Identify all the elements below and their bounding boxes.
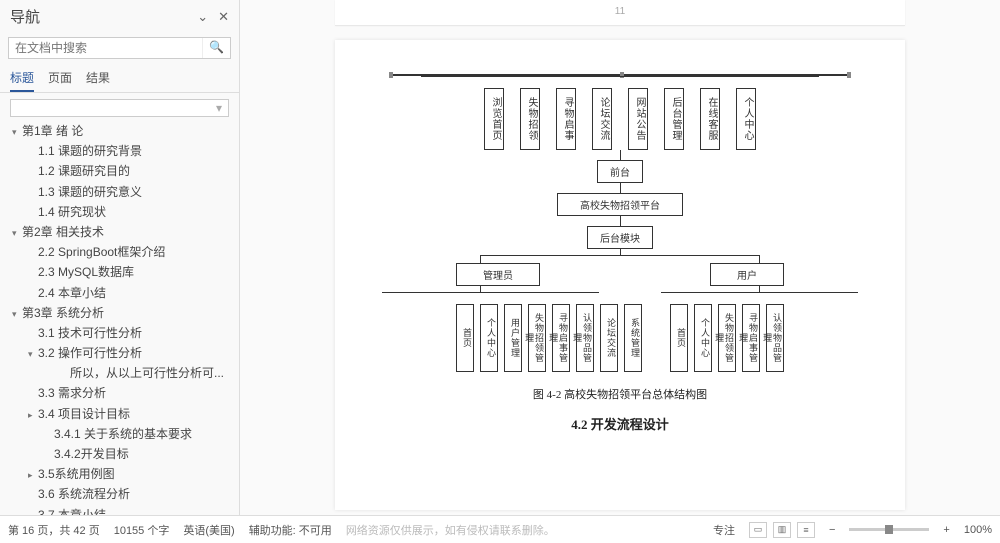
prev-page-tail: 11	[335, 0, 905, 26]
nav-title: 导航	[10, 6, 40, 27]
diagram-node: 网站公告	[628, 88, 648, 150]
diagram-node: 失物招领管理	[718, 304, 736, 372]
diagram-node: 系统管理	[624, 304, 642, 372]
front-label: 前台	[597, 160, 643, 183]
nav-tree-item[interactable]: ▸3.4 项目设计目标	[0, 404, 239, 424]
admin-label: 管理员	[456, 263, 540, 286]
nav-tree-item[interactable]: 所以，从以上可行性分析可...	[0, 363, 239, 383]
focus-mode[interactable]: 专注	[713, 522, 735, 538]
nav-tree-item[interactable]: 3.3 需求分析	[0, 383, 239, 403]
view-web-icon[interactable]: ≡	[797, 522, 815, 538]
diagram-node: 个人中心	[480, 304, 498, 372]
zoom-in[interactable]: +	[943, 524, 949, 536]
diagram-node: 首页	[456, 304, 474, 372]
org-chart-diagram: 浏览首页失物招领寻物启事论坛交流网站公告后台管理在线客服个人中心 前台 高校失物…	[361, 74, 879, 372]
status-accessibility[interactable]: 辅助功能: 不可用	[249, 522, 332, 538]
zoom-out[interactable]: −	[829, 524, 835, 536]
section-heading: 4.2 开发流程设计	[361, 414, 879, 433]
nav-tree-item[interactable]: ▾第3章 系统分析	[0, 303, 239, 323]
diagram-node: 寻物启事	[556, 88, 576, 150]
diagram-node: 论坛交流	[592, 88, 612, 150]
nav-tree-item[interactable]: 3.6 系统流程分析	[0, 484, 239, 504]
close-icon[interactable]: ✕	[218, 9, 229, 25]
nav-tree-item[interactable]: 1.2 课题研究目的	[0, 161, 239, 181]
zoom-slider[interactable]	[849, 528, 929, 531]
back-module-label: 后台模块	[587, 226, 653, 249]
nav-tree-item[interactable]: 3.7 本章小结	[0, 505, 239, 515]
diagram-node: 个人中心	[736, 88, 756, 150]
diagram-node: 首页	[670, 304, 688, 372]
search-icon[interactable]: 🔍	[202, 38, 230, 58]
nav-filter-box[interactable]: ▾	[10, 99, 229, 117]
chevron-down-icon[interactable]: ⌄	[197, 9, 208, 25]
search-input[interactable]	[9, 38, 202, 58]
nav-tree-item[interactable]: 2.4 本章小结	[0, 283, 239, 303]
nav-tree-item[interactable]: 3.4.1 关于系统的基本要求	[0, 424, 239, 444]
nav-tabs: 标题 页面 结果	[0, 63, 239, 93]
figure-caption: 图 4-2 高校失物招领平台总体结构图	[361, 386, 879, 402]
diagram-node: 后台管理	[664, 88, 684, 150]
nav-tree-item[interactable]: 3.4.2开发目标	[0, 444, 239, 464]
status-page[interactable]: 第 16 页，共 42 页	[8, 522, 100, 538]
status-words[interactable]: 10155 个字	[114, 522, 170, 538]
diagram-node: 用户管理	[504, 304, 522, 372]
diagram-node: 认领物品管理	[576, 304, 594, 372]
diagram-node: 寻物启事管理	[742, 304, 760, 372]
diagram-node: 失物招领管理	[528, 304, 546, 372]
status-bar: 第 16 页，共 42 页 10155 个字 英语(美国) 辅助功能: 不可用 …	[0, 515, 1000, 543]
tab-headings[interactable]: 标题	[10, 69, 34, 92]
navigation-pane: 导航 ⌄ ✕ 🔍 标题 页面 结果 ▾ ▾第1章 绪 论1.1 课题的研究背景1…	[0, 0, 240, 515]
view-read-icon[interactable]: ▭	[749, 522, 767, 538]
tab-results[interactable]: 结果	[86, 69, 110, 92]
nav-tree-item[interactable]: 3.1 技术可行性分析	[0, 323, 239, 343]
tab-pages[interactable]: 页面	[48, 69, 72, 92]
diagram-node: 个人中心	[694, 304, 712, 372]
nav-tree-item[interactable]: 2.2 SpringBoot框架介绍	[0, 242, 239, 262]
document-area: 11 浏览首页失物招领寻物启事论坛交流网站公告后台管理在线客服个人中心 前台	[240, 0, 1000, 515]
nav-tree: ▾第1章 绪 论1.1 课题的研究背景1.2 课题研究目的1.3 课题的研究意义…	[0, 119, 239, 515]
diagram-node: 论坛交流	[600, 304, 618, 372]
user-label: 用户	[710, 263, 784, 286]
diagram-node: 浏览首页	[484, 88, 504, 150]
nav-tree-item[interactable]: ▾第2章 相关技术	[0, 222, 239, 242]
nav-tree-item[interactable]: 1.4 研究现状	[0, 202, 239, 222]
platform-label: 高校失物招领平台	[557, 193, 683, 216]
nav-tree-item[interactable]: ▸3.5系统用例图	[0, 464, 239, 484]
view-print-icon[interactable]: ▥	[773, 522, 791, 538]
nav-tree-item[interactable]: ▾第1章 绪 论	[0, 121, 239, 141]
diagram-node: 失物招领	[520, 88, 540, 150]
search-box: 🔍	[8, 37, 231, 59]
zoom-level[interactable]: 100%	[964, 524, 992, 536]
nav-tree-item[interactable]: 2.3 MySQL数据库	[0, 262, 239, 282]
diagram-node: 寻物启事管理	[552, 304, 570, 372]
document-page: 浏览首页失物招领寻物启事论坛交流网站公告后台管理在线客服个人中心 前台 高校失物…	[335, 40, 905, 510]
watermark-text: 网络资源仅供展示，如有侵权请联系删除。	[346, 522, 555, 538]
diagram-node: 在线客服	[700, 88, 720, 150]
nav-tree-item[interactable]: ▾3.2 操作可行性分析	[0, 343, 239, 363]
nav-tree-item[interactable]: 1.1 课题的研究背景	[0, 141, 239, 161]
diagram-node: 认领物品管理	[766, 304, 784, 372]
nav-tree-item[interactable]: 1.3 课题的研究意义	[0, 182, 239, 202]
status-lang[interactable]: 英语(美国)	[183, 522, 234, 538]
